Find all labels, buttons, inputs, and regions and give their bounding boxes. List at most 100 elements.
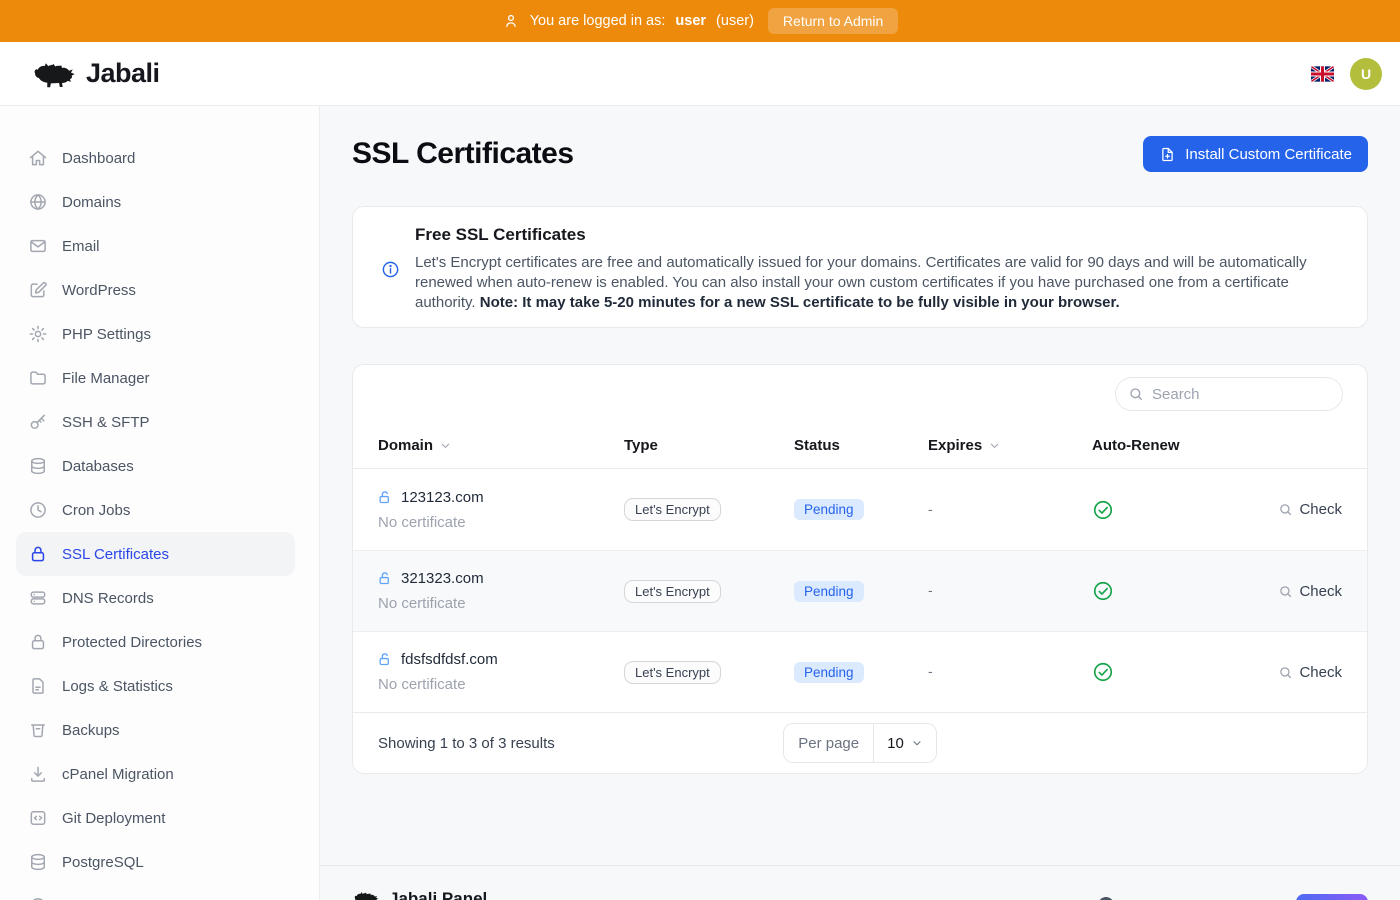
gear-icon (28, 324, 48, 344)
user-avatar[interactable]: U (1350, 58, 1382, 90)
page-footer: Jabali Panel GitHub • © 2026 Jabali v0.9… (320, 865, 1400, 900)
sidebar-item-postgresql[interactable]: PostgreSQL (16, 840, 295, 884)
info-box-title: Free SSL Certificates (415, 225, 1323, 245)
domain-name[interactable]: 123123.com (378, 489, 624, 506)
column-header-expires[interactable]: Expires (928, 437, 1092, 454)
sidebar-item-wordpress[interactable]: WordPress (16, 268, 295, 312)
info-icon (381, 260, 400, 279)
status-badge: Pending (794, 662, 864, 683)
code-icon (28, 808, 48, 828)
main-content: SSL Certificates Install Custom Certific… (320, 106, 1400, 900)
search-icon (1128, 386, 1144, 402)
search-input[interactable] (1152, 386, 1330, 403)
database-icon (28, 456, 48, 476)
check-button[interactable]: Check (1250, 664, 1342, 681)
sidebar-nav: Dashboard Domains Email WordPress PHP Se… (0, 106, 320, 900)
file-plus-icon (1159, 146, 1176, 163)
user-icon (502, 12, 520, 30)
logged-in-status: You are logged in as: user (user) (502, 12, 754, 30)
column-header-type: Type (624, 437, 794, 454)
footer-brand: Jabali Panel (389, 889, 487, 900)
table-row: 321323.com No certificate Let's Encrypt … (353, 550, 1367, 631)
lock-icon (28, 632, 48, 652)
magnifier-icon (1278, 502, 1293, 517)
table-row: fdsfsdfdsf.com No certificate Let's Encr… (353, 631, 1367, 712)
domain-name[interactable]: fdsfsdfdsf.com (378, 651, 624, 668)
folder-icon (28, 368, 48, 388)
column-header-status: Status (794, 437, 928, 454)
auto-renew-check-icon (1092, 580, 1250, 602)
table-header-row: Domain Type Status Expires Auto-Renew (353, 423, 1367, 469)
bin-icon (28, 720, 48, 740)
install-custom-certificate-button[interactable]: Install Custom Certificate (1143, 136, 1368, 172)
certificate-subtitle: No certificate (378, 514, 624, 531)
brand-name: Jabali (86, 58, 160, 89)
column-header-domain[interactable]: Domain (378, 437, 624, 454)
lock-icon (28, 544, 48, 564)
language-flag-icon[interactable] (1311, 66, 1334, 82)
sidebar-item-cron-jobs[interactable]: Cron Jobs (16, 488, 295, 532)
chevron-down-icon (439, 439, 452, 452)
auto-renew-check-icon (1092, 499, 1250, 521)
return-to-admin-button[interactable]: Return to Admin (768, 8, 898, 34)
download-icon (28, 764, 48, 784)
sidebar-item-git-deployment[interactable]: Git Deployment (16, 796, 295, 840)
clock-icon (28, 500, 48, 520)
sidebar-item-php-settings[interactable]: PHP Settings (16, 312, 295, 356)
sidebar-item-dashboard[interactable]: Dashboard (16, 136, 295, 180)
type-badge: Let's Encrypt (624, 580, 721, 603)
circle-icon (28, 896, 48, 900)
unlock-icon (378, 652, 393, 667)
sidebar-item-partial[interactable] (16, 884, 295, 900)
app-header: Jabali U (0, 42, 1400, 106)
chevron-down-icon (911, 737, 923, 749)
sidebar-item-ssh-sftp[interactable]: SSH & SFTP (16, 400, 295, 444)
expires-value: - (928, 582, 933, 598)
database-icon (28, 852, 48, 872)
pencil-square-icon (28, 280, 48, 300)
certificates-table: Domain Type Status Expires Auto-Renew (352, 364, 1368, 774)
domain-name[interactable]: 321323.com (378, 570, 624, 587)
sidebar-item-logs-statistics[interactable]: Logs & Statistics (16, 664, 295, 708)
magnifier-icon (1278, 665, 1293, 680)
boar-logo-icon (352, 888, 379, 900)
search-box (1115, 377, 1343, 411)
sidebar-item-protected-directories[interactable]: Protected Directories (16, 620, 295, 664)
sidebar-item-databases[interactable]: Databases (16, 444, 295, 488)
type-badge: Let's Encrypt (624, 498, 721, 521)
impersonation-bar: You are logged in as: user (user) Return… (0, 0, 1400, 42)
sidebar-item-email[interactable]: Email (16, 224, 295, 268)
status-badge: Pending (794, 499, 864, 520)
sidebar-item-domains[interactable]: Domains (16, 180, 295, 224)
sidebar-item-cpanel-migration[interactable]: cPanel Migration (16, 752, 295, 796)
per-page-select[interactable]: Per page 10 (783, 723, 937, 763)
type-badge: Let's Encrypt (624, 661, 721, 684)
expires-value: - (928, 663, 933, 679)
chevron-down-icon (988, 439, 1001, 452)
check-button[interactable]: Check (1250, 583, 1342, 600)
sidebar-item-ssl-certificates[interactable]: SSL Certificates (16, 532, 295, 576)
expires-value: - (928, 501, 933, 517)
logged-in-text: You are logged in as: (530, 13, 666, 29)
sidebar-item-file-manager[interactable]: File Manager (16, 356, 295, 400)
sidebar-item-backups[interactable]: Backups (16, 708, 295, 752)
unlock-icon (378, 490, 393, 505)
key-icon (28, 412, 48, 432)
free-ssl-info-box: Free SSL Certificates Let's Encrypt cert… (352, 206, 1368, 328)
auto-renew-check-icon (1092, 661, 1250, 683)
logged-in-role: (user) (716, 13, 754, 29)
magnifier-icon (1278, 584, 1293, 599)
page-title: SSL Certificates (352, 137, 574, 171)
table-row: 123123.com No certificate Let's Encrypt … (353, 469, 1367, 550)
document-icon (28, 676, 48, 696)
brand-logo: Jabali (30, 56, 160, 92)
home-icon (28, 148, 48, 168)
logged-in-username: user (675, 13, 706, 29)
info-box-body: Let's Encrypt certificates are free and … (415, 253, 1323, 313)
info-box-note: Note: It may take 5-20 minutes for a new… (480, 294, 1120, 311)
column-header-auto-renew: Auto-Renew (1092, 437, 1250, 454)
boar-logo-icon (30, 56, 76, 92)
status-badge: Pending (794, 581, 864, 602)
sidebar-item-dns-records[interactable]: DNS Records (16, 576, 295, 620)
check-button[interactable]: Check (1250, 501, 1342, 518)
